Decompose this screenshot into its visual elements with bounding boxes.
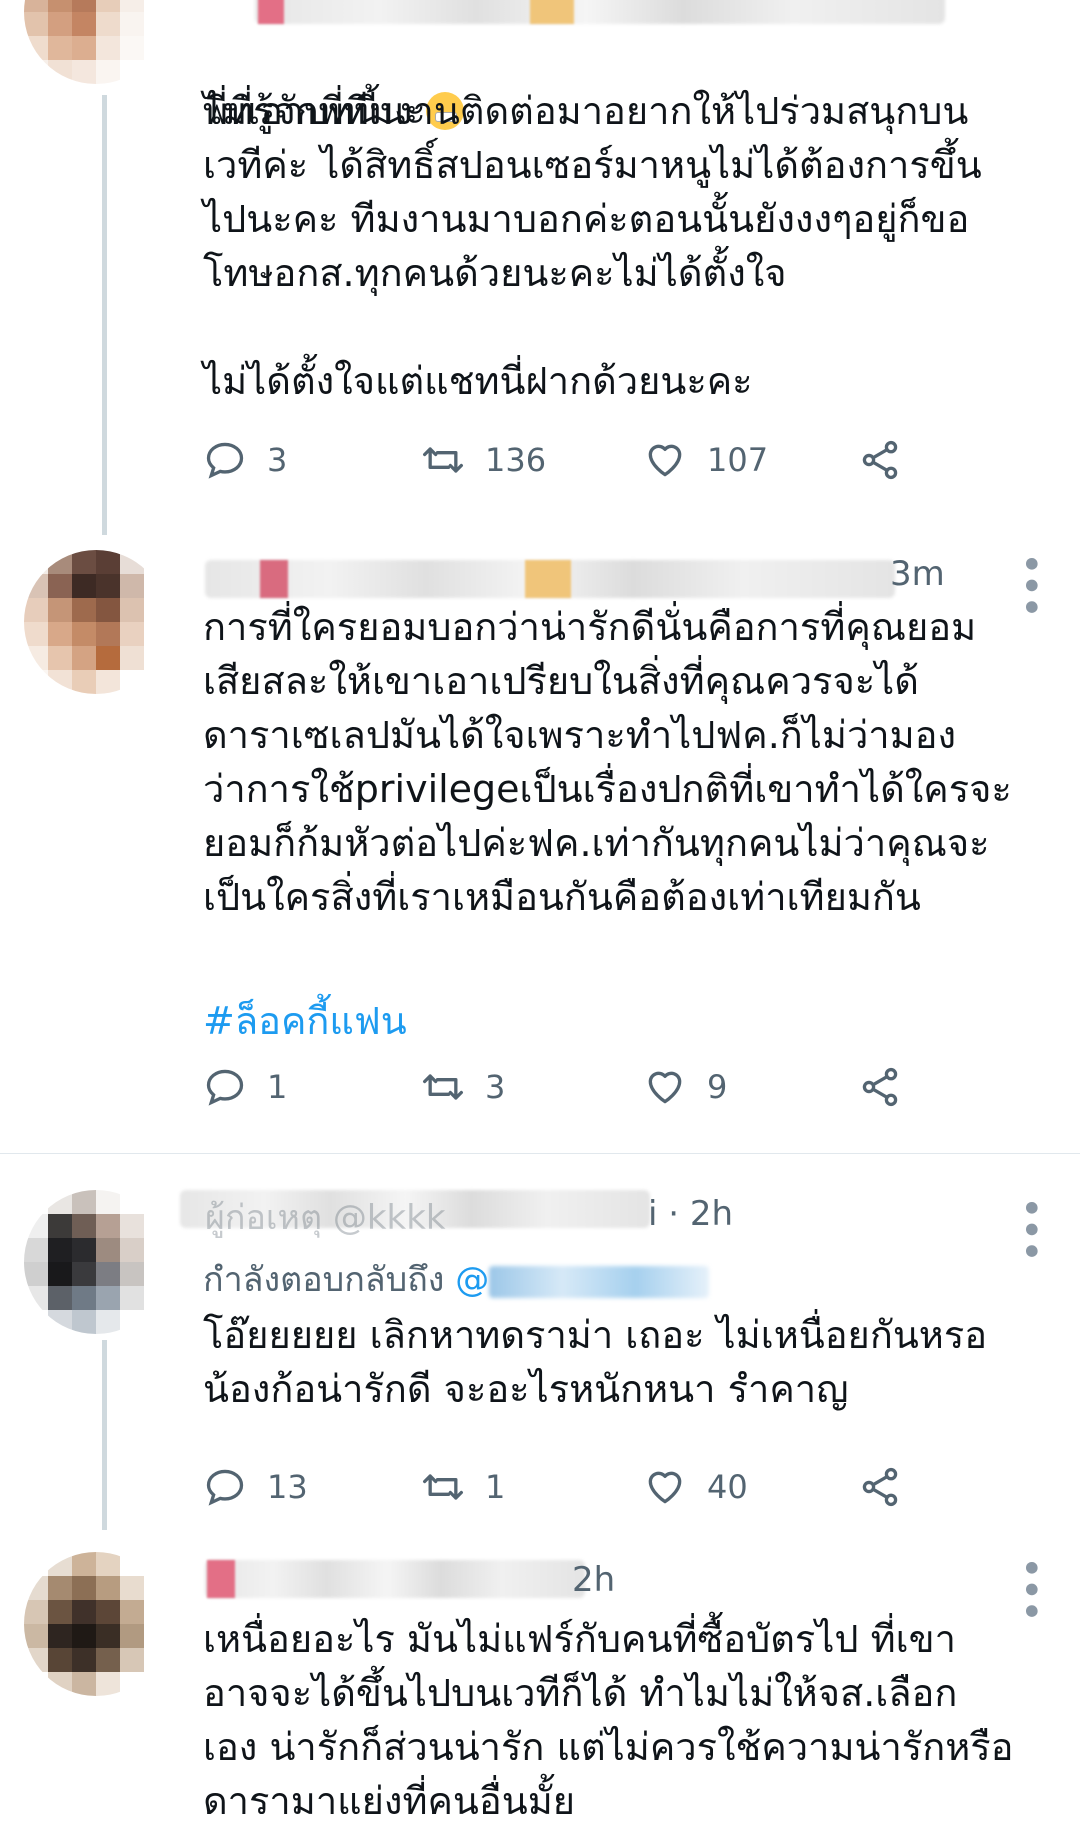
reply-icon <box>206 1069 244 1106</box>
like-button[interactable]: 40 <box>643 1465 748 1509</box>
tweet-text: พี่ที่รู้จักพี่ทีมงานติดต่อมาอยากให้ไปร่… <box>203 89 982 403</box>
mention-blurred <box>489 1265 710 1298</box>
header-blurred-accent <box>530 0 574 24</box>
timestamp[interactable]: 3m <box>890 554 945 594</box>
divider <box>0 1153 1080 1154</box>
more-icon[interactable]: ••• <box>1007 1196 1053 1261</box>
like-icon <box>648 444 682 477</box>
tweet-text: โอ๊ยยยยย เลิกหาทดราม่า เถอะ ไม่เหนื่อยกั… <box>203 1313 988 1411</box>
reply-button[interactable]: 3 <box>203 438 287 482</box>
like-button[interactable]: 107 <box>643 438 768 482</box>
retweet-button[interactable]: 3 <box>421 1065 505 1109</box>
share-button[interactable] <box>858 1465 922 1509</box>
like-count: 40 <box>707 1468 748 1506</box>
like-icon <box>648 1071 682 1104</box>
share-button[interactable] <box>858 1065 922 1109</box>
retweet-icon <box>423 1074 463 1100</box>
reply-count: 3 <box>267 441 288 479</box>
retweet-icon <box>423 1474 463 1500</box>
hashtag-link[interactable]: #ล็อคกี้แฟน <box>203 990 407 1051</box>
tweet-1[interactable]: ไม่เอาบทนี้นะ พี่ที่รู้จักพี่ทีมงานติดต่… <box>0 0 1080 560</box>
avatar[interactable] <box>24 550 168 694</box>
tweet-2[interactable]: 3m ••• การที่ใครยอมบอกว่าน่ารักดีนั่นคือ… <box>0 540 1080 1160</box>
header-blurred-accent <box>525 560 571 598</box>
tweet-actions: 3 136 107 <box>203 438 963 488</box>
tweet-actions: 13 1 40 <box>203 1465 963 1515</box>
reply-button[interactable]: 13 <box>203 1465 308 1509</box>
mention-prefix: @ <box>455 1260 490 1300</box>
tweet-actions: 1 3 9 <box>203 1065 963 1115</box>
tweet-text: เหนื่อยอะไร มันไม่แฟร์กับคนที่ซื้อบัตรไป… <box>203 1617 1014 1823</box>
like-button[interactable]: 9 <box>643 1065 727 1109</box>
retweet-button[interactable]: 136 <box>421 438 546 482</box>
replying-to: กำลังตอบกลับถึง @ <box>203 1252 710 1306</box>
thread-line <box>102 1340 107 1530</box>
timestamp[interactable]: 2h <box>572 1560 615 1600</box>
share-icon <box>862 1067 898 1107</box>
replying-to-label: กำลังตอบกลับถึง <box>203 1260 445 1300</box>
retweet-count: 1 <box>485 1468 506 1506</box>
header-blurred-accent <box>207 1560 235 1598</box>
header-blurred-accent <box>260 560 288 598</box>
header-blurred <box>255 0 945 24</box>
share-icon <box>862 440 898 480</box>
mention-link[interactable]: @ <box>455 1260 710 1300</box>
like-icon <box>648 1471 682 1504</box>
handle-and-time: i · 2h <box>648 1194 734 1234</box>
header-blurred <box>205 1560 585 1598</box>
retweet-count: 136 <box>485 441 547 479</box>
tweet-3[interactable]: ผู้ก่อเหตุ @kkkk i · 2h ••• กำลังตอบกลับ… <box>0 1160 1080 1530</box>
retweet-button[interactable]: 1 <box>421 1465 505 1509</box>
avatar[interactable] <box>24 0 168 84</box>
tweet-text: การที่ใครยอมบอกว่าน่ารักดีนั่นคือการที่ค… <box>203 605 1012 919</box>
retweet-icon <box>423 447 463 473</box>
share-icon <box>862 1467 898 1507</box>
like-count: 107 <box>707 441 769 479</box>
header-blurred-accent <box>258 0 284 24</box>
reply-icon <box>206 1469 244 1506</box>
reply-icon <box>206 442 244 479</box>
reply-button[interactable]: 1 <box>203 1065 287 1109</box>
author-name-partial: ผู้ก่อเหตุ @kkkk <box>205 1198 446 1238</box>
tweet-4[interactable]: 2h ••• เหนื่อยอะไร มันไม่แฟร์กับคนที่ซื้… <box>0 1540 1080 1843</box>
thread-line <box>102 95 107 535</box>
retweet-count: 3 <box>485 1068 506 1106</box>
share-button[interactable] <box>858 438 922 482</box>
avatar[interactable] <box>24 1552 168 1696</box>
like-count: 9 <box>707 1068 728 1106</box>
reply-count: 1 <box>267 1068 288 1106</box>
avatar[interactable] <box>24 1190 168 1334</box>
reply-count: 13 <box>267 1468 308 1506</box>
